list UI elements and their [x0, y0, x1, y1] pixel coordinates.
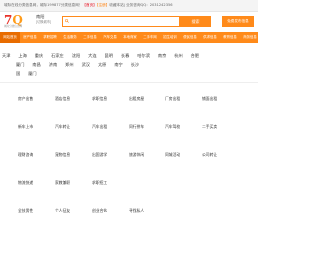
city-link[interactable]: 大连 — [88, 53, 96, 59]
bookmark-link[interactable]: 收藏本站 — [109, 3, 123, 7]
category-row: 全技男性 个人征友 创业合伙 寻找私人 — [0, 208, 258, 236]
city-link[interactable]: 上海 — [18, 53, 26, 59]
search-box[interactable] — [62, 16, 180, 27]
category-link[interactable]: 汽车驾校 — [165, 124, 180, 130]
category-link[interactable]: 创业合伙 — [92, 208, 107, 214]
nav-item[interactable]: 二手车网 — [140, 32, 160, 43]
top-notice-intro: 城际在线分类信息网，城际199877分类信息网！ — [4, 3, 83, 7]
category-row: 房产出售 酒店信息 求职信息 出租房屋 厂房出租 铺面出租 — [0, 96, 258, 124]
category-link[interactable]: 物流快递 — [18, 180, 33, 186]
city-link[interactable]: 厦门 — [16, 62, 24, 68]
city-link[interactable]: 石家庄 — [51, 53, 64, 59]
top-info-bar: 城际在线分类信息网，城际199877分类信息网！【首页】【注册】收藏本站| 业务… — [0, 0, 258, 12]
category-row: 物流快递 家教兼职 求职招工 — [0, 180, 258, 208]
nav-item[interactable]: 供求信息 — [200, 32, 220, 43]
nav-item[interactable]: 求职招聘 — [40, 32, 60, 43]
city-link[interactable]: 济南 — [49, 62, 57, 68]
city-link[interactable]: 杭州 — [174, 53, 182, 59]
nav-item[interactable]: 招生培训 — [160, 32, 180, 43]
top-notice: 城际在线分类信息网，城际199877分类信息网！【首页】【注册】收藏本站| 业务… — [4, 2, 173, 8]
category-link[interactable]: 理财咨询 — [18, 152, 33, 158]
category-link[interactable]: 求职招工 — [92, 180, 107, 186]
nav-item[interactable]: 生活服务 — [60, 32, 80, 43]
category-link[interactable]: 公司转让 — [202, 152, 217, 158]
switch-city-link[interactable]: [切换城市] — [36, 20, 51, 25]
city-link[interactable]: 南京 — [158, 53, 166, 59]
category-link[interactable]: 宠物信息 — [55, 152, 70, 158]
city-link[interactable]: 长春 — [121, 53, 129, 59]
category-link[interactable]: 家教兼职 — [55, 180, 70, 186]
contact-qq: | 业务咨询QQ：2031242356 — [123, 3, 173, 7]
nav-item[interactable]: 教育信息 — [220, 32, 240, 43]
nav-item[interactable]: 便民信息 — [180, 32, 200, 43]
category-link[interactable]: 个人征友 — [55, 208, 70, 214]
nav-item[interactable]: 汽车交易 — [100, 32, 120, 43]
city-link[interactable]: 武汉 — [82, 62, 90, 68]
main-nav: 网站首页 房产信息 求职招聘 生活服务 二手信息 汽车交易 本地商家 二手车网 … — [0, 32, 258, 43]
nav-item[interactable]: 本地商家 — [120, 32, 140, 43]
city-link[interactable]: 厦门 — [28, 71, 36, 77]
city-link[interactable]: 沈阳 — [72, 53, 80, 59]
register-link[interactable]: 【注册】 — [97, 3, 110, 7]
category-link[interactable]: 求职信息 — [92, 96, 107, 102]
city-link[interactable]: 合肥 — [191, 53, 199, 59]
post-free-button[interactable]: 免费发布信息 — [222, 16, 254, 27]
nav-item[interactable]: 二手信息 — [80, 32, 100, 43]
category-link[interactable]: 铺面出租 — [202, 96, 217, 102]
city-link[interactable]: 昆明 — [105, 53, 113, 59]
city-link[interactable]: 国 — [16, 71, 20, 77]
category-link[interactable]: 同行拼车 — [129, 124, 144, 130]
city-link[interactable]: 南宁 — [114, 62, 122, 68]
category-link[interactable]: 全技男性 — [18, 208, 33, 214]
category-link[interactable]: 汽车转让 — [55, 124, 70, 130]
nav-item[interactable]: 房产信息 — [20, 32, 40, 43]
category-row: 新车上市 汽车转让 汽车出租 同行拼车 汽车驾校 二手买卖 — [0, 124, 258, 152]
home-link[interactable]: 【首页】 — [82, 3, 96, 7]
city-link[interactable]: 重庆 — [35, 53, 43, 59]
nav-item[interactable]: 商务信息 — [240, 32, 260, 43]
category-link[interactable]: 出租房屋 — [129, 96, 144, 102]
city-link[interactable]: 太原 — [98, 62, 106, 68]
category-link[interactable]: 二手买卖 — [202, 124, 217, 130]
city-list: 天津 上海 重庆 石家庄 沈阳 大连 昆明 长春 哈尔滨 南京 杭州 合肥 厦门… — [0, 51, 258, 78]
category-link[interactable]: 寻找私人 — [129, 208, 144, 214]
category-link[interactable]: 新车上市 — [18, 124, 33, 130]
search-icon — [65, 19, 69, 23]
category-link[interactable]: 汽车出租 — [92, 124, 107, 130]
search-button[interactable]: 搜索 — [180, 16, 211, 27]
city-link[interactable]: 哈尔滨 — [137, 53, 150, 59]
city-link[interactable]: 天津 — [2, 53, 10, 59]
category-row: 理财咨询 宠物信息 出国游学 旅游休闲 同城活动 公司转让 — [0, 152, 258, 180]
search-bar: 搜索 — [62, 16, 211, 27]
search-input[interactable] — [71, 18, 175, 25]
category-link[interactable]: 旅游休闲 — [129, 152, 144, 158]
category-grid: 房产出售 酒店信息 求职信息 出租房屋 厂房出租 铺面出租 新车上市 汽车转让 … — [0, 96, 258, 236]
category-link[interactable]: 同城活动 — [165, 152, 180, 158]
nav-item[interactable]: 网站首页 — [0, 32, 20, 43]
city-link[interactable]: 南昌 — [32, 62, 40, 68]
category-link[interactable]: 厂房出租 — [165, 96, 180, 102]
category-link[interactable]: 出国游学 — [92, 152, 107, 158]
city-row: 国 厦门 — [0, 69, 258, 78]
city-row: 厦门 南昌 济南 郑州 武汉 太原 南宁 长沙 — [0, 60, 258, 69]
city-link[interactable]: 郑州 — [65, 62, 73, 68]
city-link[interactable]: 长沙 — [131, 62, 139, 68]
category-link[interactable]: 房产出售 — [18, 96, 33, 102]
category-link[interactable]: 酒店信息 — [55, 96, 70, 102]
logo-subtitle: 城际分类信息网 — [4, 25, 23, 28]
city-row: 天津 上海 重庆 石家庄 沈阳 大连 昆明 长春 哈尔滨 南京 杭州 合肥 — [0, 51, 258, 60]
section-divider — [0, 82, 258, 83]
